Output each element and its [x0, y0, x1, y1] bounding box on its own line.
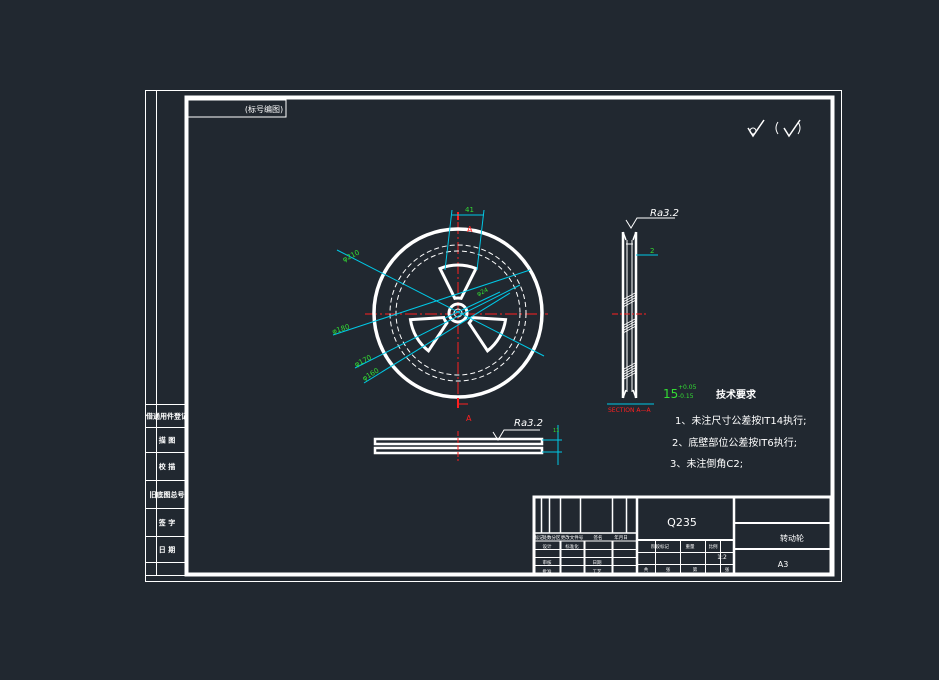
- tech-title: 技术要求: [716, 388, 757, 401]
- title-block-cell: 审核: [543, 559, 552, 566]
- tolerance-upper: +0.05: [678, 384, 697, 391]
- drawing-sheet: (标号编图) 借通用件登记描 图校 描旧底图总号签 字日 期 A A 41 φ2…: [0, 0, 939, 676]
- left-strip-label: 旧底图总号: [150, 490, 185, 499]
- code-box-text: (标号编图): [245, 104, 283, 114]
- dim-top: 41: [465, 206, 474, 214]
- cad-drawing-canvas: (标号编图) 借通用件登记描 图校 描旧底图总号签 字日 期 A A 41 φ2…: [0, 0, 939, 676]
- left-strip-label: 借通用件登记: [145, 412, 188, 421]
- section-mark-bottom: A: [466, 414, 472, 423]
- sheet-size: A3: [778, 560, 789, 569]
- left-strip-label: 校 描: [159, 462, 175, 471]
- left-strip-label: 日 期: [159, 545, 175, 554]
- title-block-cell: 阶段标记: [651, 543, 669, 550]
- title-block-cell: 签名: [594, 534, 603, 541]
- tolerance-lower: -0.15: [678, 393, 694, 400]
- title-block-cell: 张: [725, 566, 730, 573]
- title-block-cell: 设计: [543, 543, 552, 550]
- title-block-cell: 共: [644, 566, 649, 573]
- section-mark-top: A: [467, 225, 473, 234]
- scale: 1:2: [717, 554, 727, 561]
- title-block-cell: 分区: [552, 534, 561, 541]
- part-name: 转动轮: [780, 533, 804, 543]
- title-block-cell: 标准化: [565, 543, 579, 550]
- bottom-ra: Ra3.2: [514, 418, 543, 429]
- title-block-cell: 年月日: [614, 534, 628, 541]
- side-ra: Ra3.2: [650, 208, 679, 219]
- left-strip-label: 描 图: [159, 436, 175, 445]
- title-block-cell: 更改文件号: [561, 534, 584, 541]
- title-block-cell: 比例: [709, 543, 718, 550]
- section-label: SECTION A—A: [608, 407, 651, 414]
- title-block-cell: 日期: [593, 560, 602, 566]
- tech-item-2: 2、底壁部位公差按IT6执行;: [672, 436, 797, 449]
- tolerance-main: 15: [663, 387, 678, 401]
- bottom-dim: 11: [553, 428, 559, 434]
- side-dim: 2: [650, 247, 654, 255]
- left-strip-label: 签 字: [158, 518, 175, 527]
- title-block-cell: 工艺: [593, 569, 602, 575]
- title-block-cell: 第: [693, 566, 698, 573]
- title-block-cell: 批准: [543, 568, 552, 575]
- title-block-cell: 张: [666, 566, 671, 573]
- tech-item-3: 3、未注倒角C2;: [670, 457, 743, 470]
- title-block-cell: 重量: [686, 543, 695, 550]
- material: Q235: [667, 516, 697, 529]
- tech-item-1: 1、未注尺寸公差按IT14执行;: [675, 414, 807, 427]
